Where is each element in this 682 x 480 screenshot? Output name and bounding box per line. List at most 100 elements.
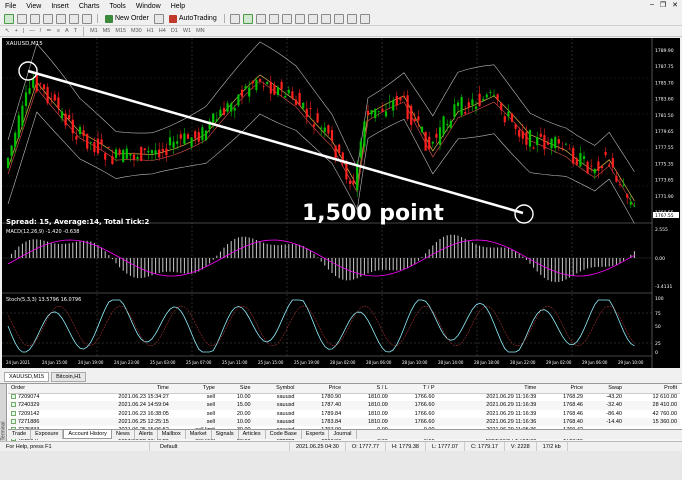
table-row[interactable]: 7209142 2021.06.23 16:38:05 sell 20.00 xauus… [8,410,680,418]
candle-body [528,130,532,147]
minimize-icon[interactable]: – [650,1,654,9]
timeframe-m5[interactable]: M5 [102,28,112,34]
tab-news[interactable]: News [112,430,135,439]
timeframe-h1[interactable]: H1 [146,28,155,34]
autotrading-button[interactable]: AutoTrading [167,14,219,23]
table-row[interactable]: 7271886 2021.06.25 12:25:15 sell 10.00 xauus… [8,417,680,427]
candle-body [590,165,593,167]
candle-body [482,98,485,101]
tab-mailbox[interactable]: Mailbox [158,430,186,439]
fibonacci-icon[interactable]: ≡ [56,28,61,34]
column-header[interactable]: S / L [344,384,391,394]
terminal-icon[interactable] [69,13,79,24]
tile-windows-icon[interactable] [294,13,305,24]
price-chart[interactable]: 1789.90 1787.75 1785.70 1783.60 1781.50 1779.… [2,38,680,368]
column-header[interactable]: T / P [390,384,438,394]
bar-chart-icon[interactable] [229,13,240,24]
status-profile: Default [150,441,290,452]
menu-charts[interactable]: Charts [74,3,105,10]
timeframe-m30[interactable]: M30 [130,28,143,34]
column-header[interactable]: Size [217,384,254,394]
autoscroll-icon[interactable] [307,13,318,24]
chart-tab-bitcoin[interactable]: Bitcoin,H1 [51,372,87,382]
chart-window[interactable]: 1789.90 1787.75 1785.70 1783.60 1781.50 1779.… [2,38,680,368]
cursor-icon[interactable]: ↖ [4,28,11,34]
trendline-icon[interactable]: / [39,28,43,34]
column-header[interactable]: Price [539,384,586,394]
channel-icon[interactable]: ≕ [45,28,53,34]
templates-icon[interactable] [359,13,370,24]
menu-insert[interactable]: Insert [46,3,74,10]
status-low: L: 1777.07 [426,441,465,452]
column-header[interactable]: Order [8,384,71,394]
tab-signals[interactable]: Signals [212,430,239,439]
tab-experts[interactable]: Experts [302,430,330,439]
new-chart-icon[interactable] [4,13,14,24]
column-header[interactable]: Time [437,384,540,394]
table-row[interactable]: 7240329 2021.06.24 14:59:04 sell 15.00 xauus… [8,401,680,410]
timeframe-w1[interactable]: W1 [182,28,192,34]
data-window-icon[interactable] [43,13,53,24]
candle-body [456,102,460,106]
candle-body [273,85,276,95]
crosshair-icon[interactable]: + [14,28,19,34]
menu-file[interactable]: File [0,3,21,10]
menu-tools[interactable]: Tools [104,3,130,10]
timeframe-d1[interactable]: D1 [170,28,179,34]
column-header[interactable]: Time [70,384,172,394]
table-cell: 28 410.00 [624,401,680,410]
table-row[interactable]: 7209074 2021.06.23 15:34:27 sell 10.00 xauus… [8,393,680,401]
menu-help[interactable]: Help [166,3,190,10]
tab-articles[interactable]: Articles [239,430,266,439]
horizontal-line-icon[interactable]: — [28,28,36,34]
new-order-button[interactable]: New Order [103,14,151,23]
close-icon[interactable]: ✕ [672,1,678,9]
table-cell: 7209142 [8,410,70,418]
timeframe-m1[interactable]: M1 [89,28,99,34]
column-header[interactable]: Symbol [253,384,298,394]
column-header[interactable]: Swap [586,384,625,394]
tab-account-history[interactable]: Account History [63,430,112,439]
tab-market[interactable]: Market [186,430,212,439]
candle-body [287,89,290,94]
text-icon[interactable]: A [64,28,70,34]
periods-icon[interactable] [346,13,357,24]
menu-view[interactable]: View [21,3,46,10]
market-watch-icon[interactable] [30,13,40,24]
label-icon[interactable]: T [73,28,78,34]
vertical-line-icon[interactable]: | [22,28,25,34]
column-header[interactable]: Profit [624,384,680,394]
timeframe-m15[interactable]: M15 [114,28,127,34]
restore-icon[interactable]: ❐ [660,1,666,9]
indicators-icon[interactable] [333,13,344,24]
zoom-out-icon[interactable] [281,13,292,24]
line-chart-icon[interactable] [255,13,266,24]
tab-trade[interactable]: Trade [8,430,32,439]
tab-code-base[interactable]: Code Base [266,430,302,439]
price-axis: 1789.90 1787.75 1785.70 1783.60 1781.50 1779.… [653,48,679,219]
candlestick-icon[interactable] [242,13,253,24]
metaeditor-icon[interactable] [153,13,164,24]
tester-icon[interactable] [82,13,92,24]
candle-body [546,142,550,145]
candle-body [359,141,362,158]
column-header[interactable]: Price [297,384,345,394]
tab-alerts[interactable]: Alerts [135,430,158,439]
menu-window[interactable]: Window [131,3,166,10]
time-tick-label: 25 Jun 07:00 [186,360,212,365]
candle-body [248,87,251,97]
candle-body [172,141,175,148]
timeframe-mn[interactable]: MN [195,28,206,34]
timeframe-h4[interactable]: H4 [158,28,167,34]
tab-journal[interactable]: Journal [329,430,357,439]
zoom-in-icon[interactable] [268,13,279,24]
status-open: O: 1777.77 [346,441,387,452]
navigator-icon[interactable] [56,13,66,24]
chart-shift-icon[interactable] [320,13,331,24]
column-header[interactable]: Type [171,384,218,394]
candle-body [197,132,200,142]
profiles-icon[interactable] [17,13,27,24]
tab-exposure[interactable]: Exposure [31,430,64,439]
chart-tab-xauusd[interactable]: XAUUSD,M15 [4,372,50,382]
status-bar: For Help, press F1 Default 2021.06.25 04… [0,441,682,480]
